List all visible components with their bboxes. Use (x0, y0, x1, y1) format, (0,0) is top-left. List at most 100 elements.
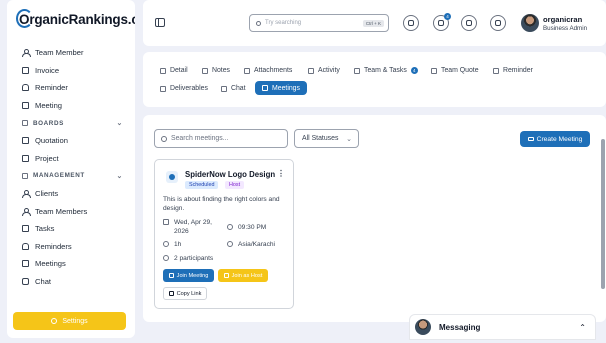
meeting-duration-text: 1h (174, 241, 182, 248)
global-search-input[interactable]: Try searching Ctrl + K (249, 14, 389, 32)
tab-chat[interactable]: Chat (221, 85, 246, 92)
status-filter-select[interactable]: All Statuses ⌄ (294, 129, 359, 148)
notifications-button[interactable]: 4 (433, 13, 451, 31)
sidebar-item-reminder[interactable]: Reminder (7, 79, 135, 97)
join-meeting-button[interactable]: Join Meeting (163, 269, 214, 282)
management-icon (22, 172, 28, 179)
meeting-timezone: Asia/Karachi (227, 240, 275, 249)
link-button[interactable] (403, 15, 419, 31)
gear-icon (51, 318, 58, 324)
external-link-icon (168, 273, 174, 278)
tab-team-quote[interactable]: Team Quote (431, 67, 479, 74)
settings-button[interactable]: Settings (13, 312, 126, 330)
meeting-logo-icon (166, 171, 178, 183)
bell-icon (22, 242, 29, 250)
link-icon (408, 20, 414, 26)
meetings-panel: Search meetings... All Statuses ⌄ Create… (143, 115, 606, 322)
tab-detail[interactable]: Detail (160, 67, 188, 74)
top-header: Try searching Ctrl + K 4 organicran Busi… (143, 0, 606, 46)
copy-link-button[interactable]: Copy Link (163, 287, 207, 300)
host-icon (223, 273, 229, 278)
section-label: BOARDS (33, 119, 64, 127)
sidebar-item-label: Reminders (35, 241, 72, 251)
search-icon (161, 135, 167, 142)
sidebar-item-invoice[interactable]: Invoice (7, 62, 135, 80)
sidebar-item-reminders[interactable]: Reminders (7, 238, 135, 256)
more-options-icon[interactable]: ⋮ (277, 169, 285, 178)
sidebar-item-label: Team Member (35, 48, 84, 58)
tab-activity[interactable]: Activity (308, 67, 340, 74)
tab-label: Activity (318, 67, 340, 74)
tab-meetings[interactable]: Meetings (255, 81, 307, 95)
tab-label: Reminder (503, 67, 533, 74)
sidebar-item-label: Tasks (35, 224, 55, 234)
search-icon (256, 20, 261, 26)
message-icon (466, 20, 472, 26)
logo-text: rganicRankings.com (29, 12, 135, 27)
detail-icon (160, 67, 166, 74)
tab-team-tasks[interactable]: Team & Tasks 4 (354, 67, 418, 74)
deliverables-icon (160, 85, 166, 92)
status-badge: Scheduled (185, 181, 219, 189)
tab-label: Attachments (254, 67, 293, 74)
copy-link-label: Copy Link (176, 290, 202, 297)
document-icon (22, 66, 29, 74)
calendar-icon (163, 219, 169, 225)
meeting-title: SpiderNow Logo Design (185, 170, 276, 179)
sidebar-item-label: Reminder (35, 83, 68, 93)
video-icon (22, 260, 29, 268)
sidebar-section-management[interactable]: MANAGEMENT ⌄ (7, 167, 135, 185)
tab-label: Meetings (272, 84, 300, 92)
meeting-time-text: 09:30 PM (238, 224, 267, 231)
section-label: MANAGEMENT (33, 172, 85, 180)
tab-deliverables[interactable]: Deliverables (160, 85, 208, 92)
join-as-host-label: Join as Host (231, 272, 263, 279)
copy-icon (168, 291, 174, 296)
join-as-host-button[interactable]: Join as Host (218, 269, 268, 282)
user-role: Business Admin (543, 25, 588, 32)
avatar (415, 319, 431, 335)
sidebar-item-team-members[interactable]: Team Members (7, 202, 135, 220)
sidebar: OrganicRankings.com Team Member Invoice … (7, 0, 135, 338)
video-icon (527, 137, 534, 141)
page-scrollbar[interactable] (601, 139, 605, 289)
meeting-date-text: Wed, Apr 29, 2026 (174, 219, 212, 235)
chevron-down-icon: ⌄ (116, 172, 123, 180)
tab-label: Team Quote (441, 67, 479, 74)
quote-icon (431, 67, 437, 74)
sidebar-item-team-member[interactable]: Team Member (7, 44, 135, 62)
sidebar-toggle-icon[interactable] (155, 18, 165, 27)
sidebar-item-meetings[interactable]: Meetings (7, 255, 135, 273)
person-icon (22, 207, 31, 216)
sidebar-nav: Team Member Invoice Reminder Meeting BOA… (7, 44, 135, 290)
sidebar-item-quotation[interactable]: Quotation (7, 132, 135, 150)
video-icon (262, 85, 268, 91)
meetings-search-input[interactable]: Search meetings... (154, 129, 288, 148)
tab-attachments[interactable]: Attachments (244, 67, 292, 74)
attachment-icon (244, 67, 250, 74)
tab-reminder[interactable]: Reminder (493, 67, 533, 74)
meeting-timezone-text: Asia/Karachi (238, 241, 276, 248)
document-icon (22, 137, 29, 145)
create-meeting-button[interactable]: Create Meeting (520, 131, 590, 147)
sidebar-item-project[interactable]: Project (7, 150, 135, 168)
avatar[interactable] (521, 14, 539, 32)
sidebar-item-label: Project (35, 153, 59, 163)
tab-label: Detail (170, 67, 188, 74)
join-meeting-label: Join Meeting (176, 272, 209, 279)
sidebar-section-boards[interactable]: BOARDS ⌄ (7, 114, 135, 132)
messages-button[interactable] (461, 15, 477, 31)
status-filter-value: All Statuses (302, 135, 339, 142)
chevron-up-icon[interactable]: ⌃ (579, 323, 586, 332)
brand-logo[interactable]: OrganicRankings.com (16, 9, 135, 28)
tab-notes[interactable]: Notes (202, 67, 230, 74)
user-name[interactable]: organicran (543, 15, 582, 24)
person-icon (22, 190, 31, 199)
sidebar-item-meeting[interactable]: Meeting (7, 97, 135, 115)
add-user-button[interactable] (490, 15, 506, 31)
messaging-widget[interactable]: Messaging ⌃ (409, 314, 596, 340)
sidebar-item-tasks[interactable]: Tasks (7, 220, 135, 238)
sidebar-item-chat[interactable]: Chat (7, 273, 135, 291)
search-shortcut: Ctrl + K (362, 19, 384, 27)
sidebar-item-clients[interactable]: Clients (7, 185, 135, 203)
